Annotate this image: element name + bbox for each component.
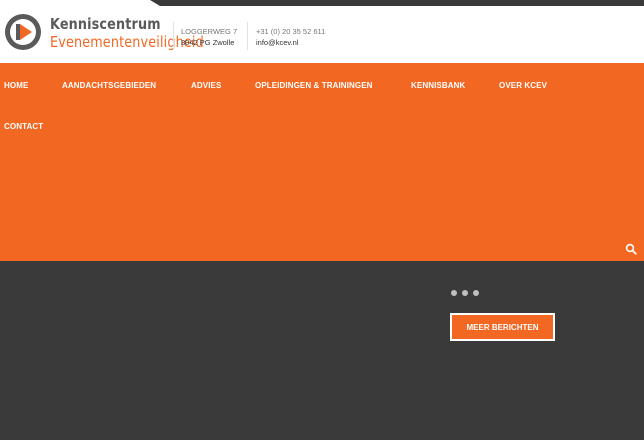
phone-number[interactable]: +31 (0) 20 35 52 611 — [256, 27, 325, 36]
slider-dot[interactable] — [451, 290, 457, 296]
nav-item-kennisbank[interactable]: KENNISBANK — [411, 81, 465, 90]
more-posts-button[interactable]: MEER BERICHTEN — [450, 313, 555, 341]
slider-pagination — [451, 290, 479, 296]
logo-icon[interactable] — [4, 13, 42, 51]
site-header: Kenniscentrum Evenementenveiligheid LOGG… — [0, 6, 644, 63]
slider-dot[interactable] — [462, 290, 468, 296]
content-area — [0, 261, 644, 440]
search-icon[interactable] — [625, 243, 637, 255]
header-divider — [247, 22, 248, 50]
address-street: LOGGERWEG 7 — [181, 27, 238, 36]
nav-item-contact[interactable]: CONTACT — [4, 122, 43, 131]
nav-item-over-kcev[interactable]: OVER KCEV — [499, 81, 547, 90]
nav-item-aandachtsgebieden[interactable]: AANDACHTSGEBIEDEN — [62, 81, 156, 90]
brand-name-line1[interactable]: Kenniscentrum — [50, 15, 161, 33]
nav-item-opleidingen[interactable]: OPLEIDINGEN & TRAININGEN — [255, 81, 373, 90]
nav-item-advies[interactable]: ADVIES — [191, 81, 221, 90]
address-city: 8042 PG Zwolle — [181, 38, 235, 47]
nav-item-home[interactable]: HOME — [4, 81, 28, 90]
slider-dot[interactable] — [473, 290, 479, 296]
header-divider — [173, 22, 174, 50]
email-link[interactable]: info@kcev.nl — [256, 38, 299, 47]
main-navigation: HOME AANDACHTSGEBIEDEN ADVIES OPLEIDINGE… — [0, 63, 644, 261]
